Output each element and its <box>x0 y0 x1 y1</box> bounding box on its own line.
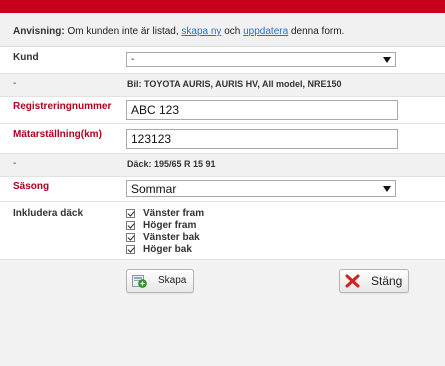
car-row: - Bil: TOYOTA AURIS, AURIS HV, All model… <box>0 74 445 97</box>
create-icon <box>132 275 147 288</box>
notice-title: Anvisning: <box>13 26 65 37</box>
car-label: - <box>13 78 17 89</box>
update-link[interactable]: uppdatera <box>243 26 288 37</box>
top-red-bar <box>0 0 445 13</box>
tire-row: - Däck: 195/65 R 15 91 <box>0 154 445 177</box>
create-new-link[interactable]: skapa ny <box>181 26 221 37</box>
create-button-label: Skapa <box>158 275 187 286</box>
notice-bar: Anvisning: Om kunden inte är listad, ska… <box>0 13 445 47</box>
notice-text-after: denna form. <box>290 26 345 37</box>
registration-input[interactable] <box>126 100 398 120</box>
tire-label: - <box>13 158 17 169</box>
customer-label: Kund <box>13 52 39 63</box>
include-tires-row: Inkludera däck Vänster fram Höger fram V… <box>0 202 445 260</box>
checkbox-label: Vänster bak <box>143 232 200 243</box>
notice-text-middle: och <box>224 26 241 37</box>
customer-row: Kund - <box>0 47 445 74</box>
registration-row: Registreringnummer <box>0 97 445 124</box>
odometer-input[interactable] <box>126 129 398 149</box>
close-button-label: Stäng <box>371 274 403 288</box>
create-button[interactable]: Skapa <box>126 269 194 293</box>
checkbox-checked-icon[interactable] <box>126 209 135 218</box>
tire-info: Däck: 195/65 R 15 91 <box>127 159 216 169</box>
customer-select[interactable]: - <box>126 52 396 67</box>
car-info: Bil: TOYOTA AURIS, AURIS HV, All model, … <box>127 79 342 89</box>
close-icon <box>345 274 360 288</box>
chevron-down-icon <box>383 185 391 192</box>
checkbox-checked-icon[interactable] <box>126 233 135 242</box>
season-select-value: Sommar <box>131 182 177 196</box>
checkbox-checked-icon[interactable] <box>126 221 135 230</box>
notice-text: Anvisning: Om kunden inte är listad, ska… <box>13 26 344 37</box>
checkbox-label: Vänster fram <box>143 208 205 219</box>
registration-label: Registreringnummer <box>13 101 112 112</box>
odometer-row: Mätarställning(km) <box>0 124 445 154</box>
season-select[interactable]: Sommar <box>126 180 396 197</box>
checkbox-label: Höger fram <box>143 220 197 231</box>
customer-select-value: - <box>131 54 135 65</box>
odometer-label: Mätarställning(km) <box>13 129 102 140</box>
season-row: Säsong Sommar <box>0 177 445 202</box>
chevron-down-icon <box>383 56 391 63</box>
checkbox-checked-icon[interactable] <box>126 245 135 254</box>
include-tires-label: Inkludera däck <box>13 208 84 219</box>
notice-text-before: Om kunden inte är listad, <box>67 26 179 37</box>
season-label: Säsong <box>13 181 50 192</box>
checkbox-label: Höger bak <box>143 244 192 255</box>
close-button[interactable]: Stäng <box>339 269 409 293</box>
